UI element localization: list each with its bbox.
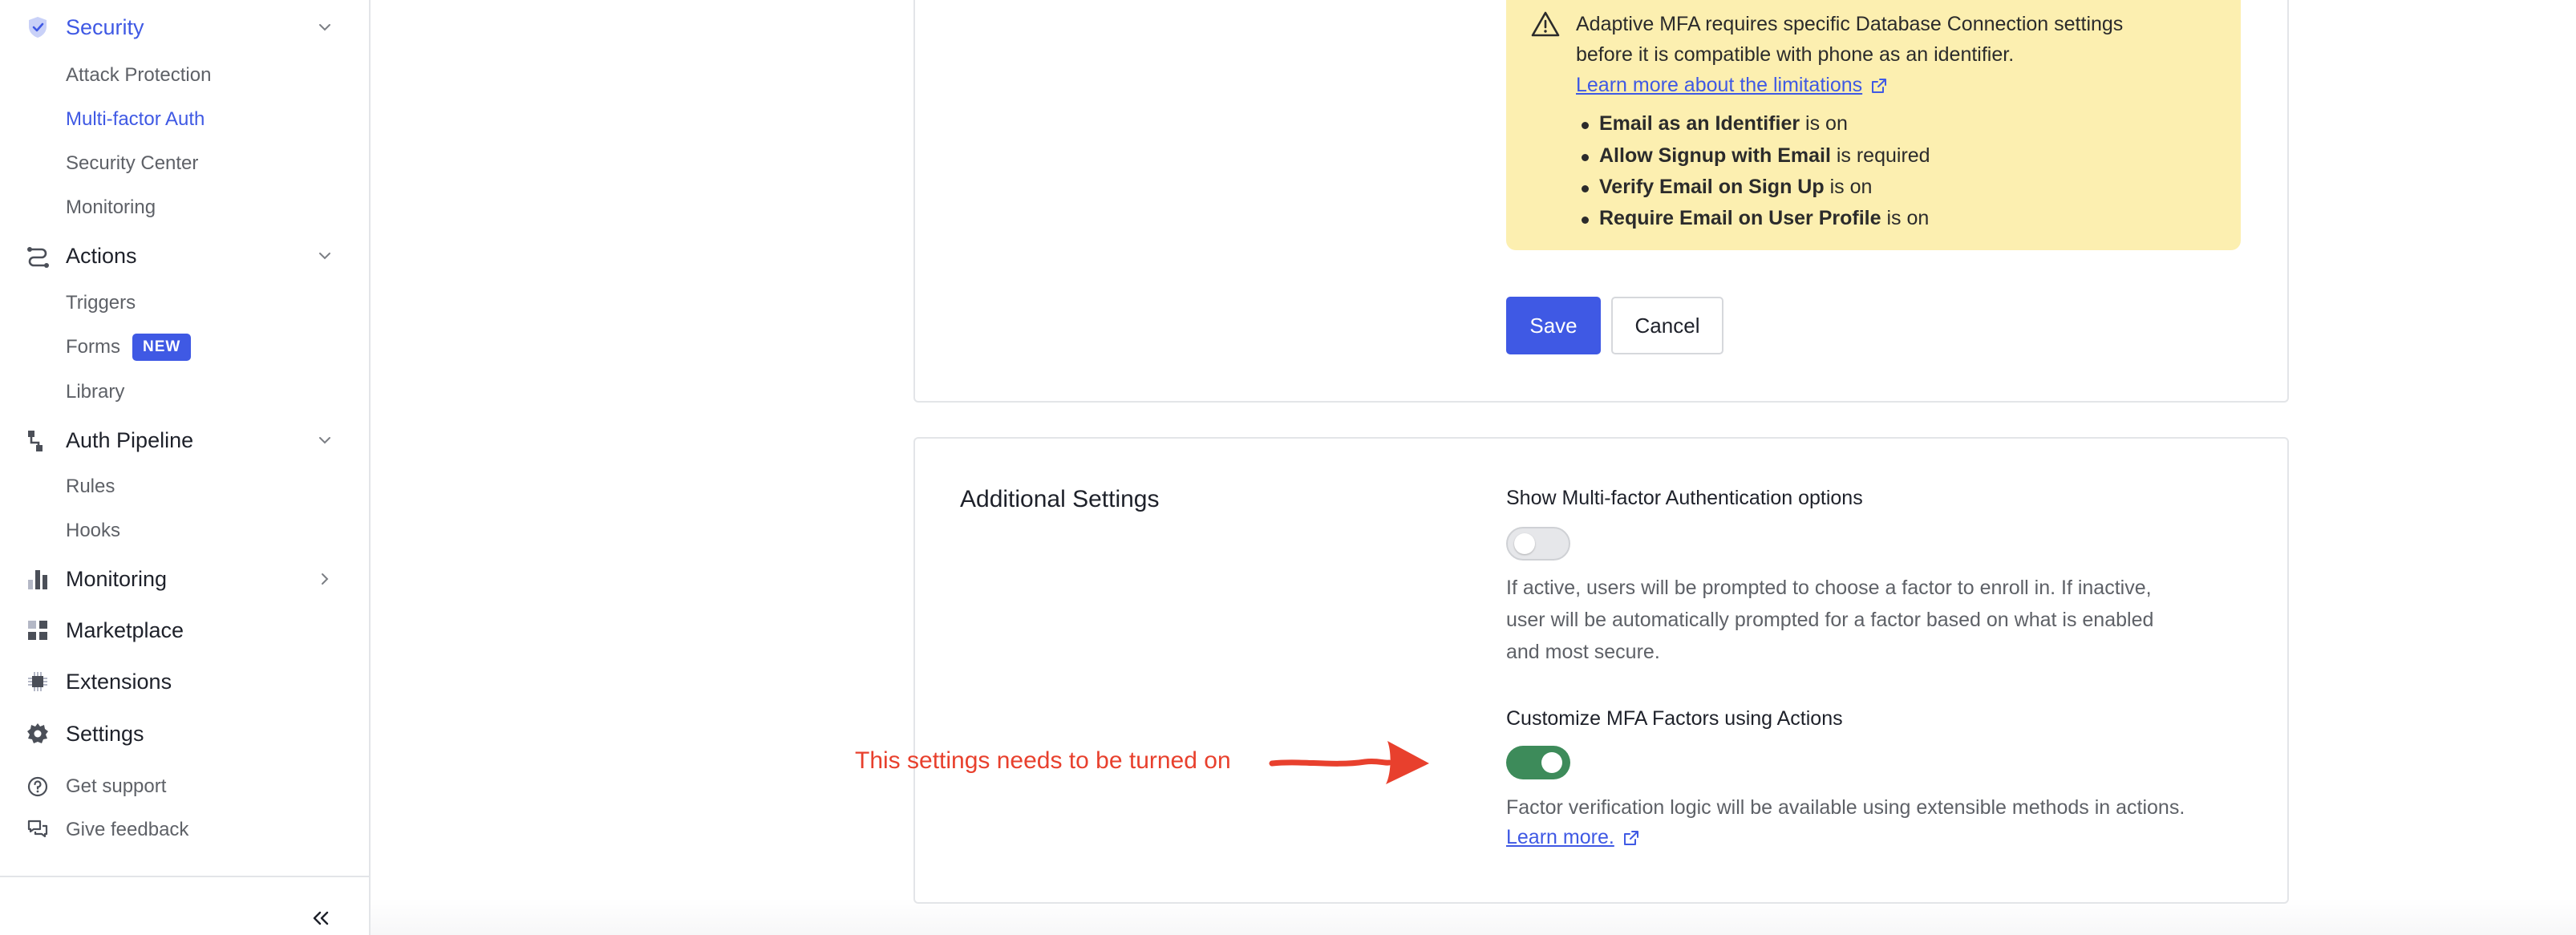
show-mfa-options-title: Show Multi-factor Authentication options <box>1506 487 1863 509</box>
sidebar-item-security-monitoring[interactable]: Monitoring <box>0 195 369 221</box>
chevron-down-icon[interactable] <box>314 430 335 451</box>
sidebar-item-label: Attack Protection <box>66 64 212 86</box>
chevron-down-icon[interactable] <box>314 17 335 38</box>
sidebar-item-label: Security <box>66 14 144 39</box>
get-support-link[interactable]: Get support <box>0 773 369 800</box>
sidebar-item-monitoring[interactable]: Monitoring <box>0 565 369 593</box>
sidebar-item-label: Actions <box>66 243 137 268</box>
additional-settings-title: Additional Settings <box>960 486 1160 512</box>
sidebar-item-label: Triggers <box>66 292 136 314</box>
sidebar-item-hooks[interactable]: Hooks <box>0 518 369 544</box>
feedback-chat-icon <box>24 816 51 844</box>
customize-mfa-factors-description: Factor verification logic will be availa… <box>1506 796 2185 819</box>
sidebar-item-settings[interactable]: Settings <box>0 720 369 747</box>
annotation-arrow-icon <box>1269 741 1429 784</box>
sidebar-item-label: Settings <box>66 721 144 746</box>
sidebar-item-label: Monitoring <box>66 196 156 218</box>
sidebar-item-extensions[interactable]: Extensions <box>0 668 369 695</box>
gear-icon <box>24 720 51 747</box>
sidebar-item-label: Get support <box>66 775 167 797</box>
sidebar-item-actions[interactable]: Actions <box>0 242 369 269</box>
sidebar-item-security-center[interactable]: Security Center <box>0 151 369 176</box>
warning-bullet: Email as an Identifier is on <box>1582 112 1848 135</box>
marketplace-grid-icon <box>24 617 51 644</box>
link-label: Learn more about the limitations <box>1576 74 1863 96</box>
annotation-text: This settings needs to be turned on <box>855 747 1231 774</box>
question-circle-icon <box>24 773 51 800</box>
sidebar-item-marketplace[interactable]: Marketplace <box>0 617 369 644</box>
show-mfa-options-description: If active, users will be prompted to cho… <box>1506 577 2154 663</box>
warning-text-line-2: before it is compatible with phone as an… <box>1576 43 2015 66</box>
new-badge: NEW <box>132 334 192 361</box>
show-mfa-options-toggle[interactable] <box>1506 527 1570 561</box>
learn-more-link[interactable]: Learn more. <box>1506 826 1640 849</box>
warning-triangle-icon <box>1530 10 1561 38</box>
toggle-knob <box>1541 752 1562 773</box>
sidebar-item-label: Hooks <box>66 520 121 541</box>
external-link-icon <box>1623 830 1638 845</box>
sidebar-item-security[interactable]: Security <box>0 14 369 41</box>
pipeline-icon <box>24 427 51 454</box>
external-link-icon <box>1872 78 1887 93</box>
double-chevron-left-icon <box>310 909 331 931</box>
customize-mfa-factors-toggle[interactable] <box>1506 746 1570 779</box>
sidebar-item-label: Rules <box>66 476 115 497</box>
warning-bullet: Verify Email on Sign Up is on <box>1581 176 1873 198</box>
sidebar-item-triggers[interactable]: Triggers <box>0 290 369 316</box>
sidebar: Security Attack Protection Multi-factor … <box>0 0 371 935</box>
toggle-knob <box>1514 533 1535 554</box>
sidebar-item-label: Monitoring <box>66 566 168 591</box>
sidebar-item-forms[interactable]: Forms NEW <box>0 333 369 362</box>
chip-icon <box>24 668 51 695</box>
collapse-sidebar-button[interactable] <box>306 908 335 932</box>
give-feedback-link[interactable]: Give feedback <box>0 816 369 844</box>
sidebar-item-attack-protection[interactable]: Attack Protection <box>0 63 369 88</box>
warning-bullet: Allow Signup with Email is required <box>1582 144 1930 167</box>
chevron-right-icon[interactable] <box>314 569 335 589</box>
customize-mfa-factors-title: Customize MFA Factors using Actions <box>1506 707 1843 730</box>
learn-more-limitations-link[interactable]: Learn more about the limitations <box>1576 74 1888 97</box>
save-button[interactable]: Save <box>1506 297 1601 354</box>
sidebar-item-label: Auth Pipeline <box>66 427 194 452</box>
sidebar-item-auth-pipeline[interactable]: Auth Pipeline <box>0 427 369 454</box>
sidebar-item-label: Marketplace <box>66 617 184 642</box>
sidebar-item-library[interactable]: Library <box>0 379 369 405</box>
cancel-button[interactable]: Cancel <box>1611 297 1723 354</box>
warning-text-line-1: Adaptive MFA requires specific Database … <box>1576 13 2124 35</box>
sidebar-item-label: Multi-factor Auth <box>66 108 205 130</box>
chevron-down-icon[interactable] <box>314 245 335 266</box>
sidebar-item-label: Library <box>66 381 125 403</box>
sidebar-item-label: Extensions <box>66 669 172 694</box>
sidebar-item-label: Security Center <box>66 152 199 174</box>
shield-check-icon <box>24 14 51 41</box>
bar-chart-icon <box>24 565 51 593</box>
warning-bullet: Require Email on User Profile is on <box>1581 207 1930 229</box>
link-label: Learn more. <box>1506 826 1614 848</box>
sidebar-item-rules[interactable]: Rules <box>0 474 369 500</box>
sidebar-item-label: Forms <box>66 336 120 358</box>
sidebar-item-label: Give feedback <box>66 819 189 840</box>
actions-flow-icon <box>24 242 51 269</box>
sidebar-item-multi-factor-auth[interactable]: Multi-factor Auth <box>0 107 369 132</box>
